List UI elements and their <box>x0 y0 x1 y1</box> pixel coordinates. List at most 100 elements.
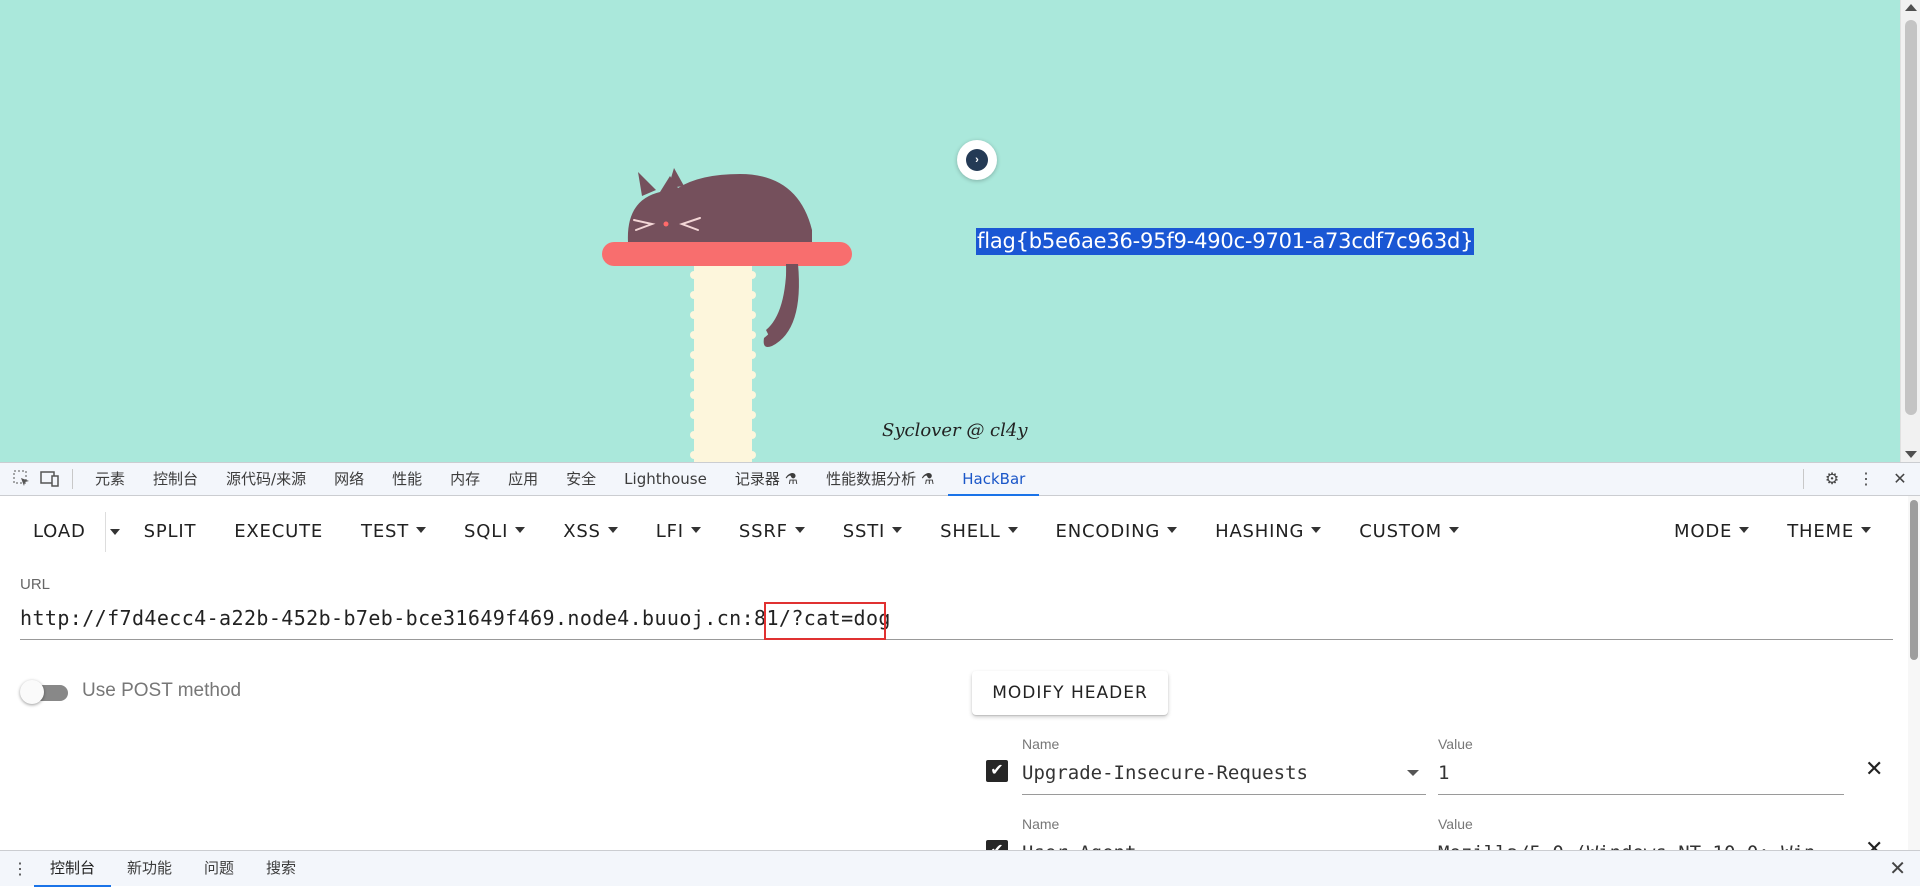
divider <box>1803 469 1804 489</box>
chevron-down-icon <box>794 527 805 533</box>
chevron-down-icon <box>1167 527 1178 533</box>
theme-menu-label: THEME <box>1787 521 1854 542</box>
toggle-knob <box>20 680 44 704</box>
close-icon[interactable]: ✕ <box>1886 465 1914 493</box>
load-dropdown-toggle[interactable] <box>104 512 125 552</box>
chevron-down-icon <box>416 527 427 533</box>
test-menu[interactable]: TEST <box>342 512 445 552</box>
tab-network[interactable]: 网络 <box>320 462 378 496</box>
ssti-menu[interactable]: SSTI <box>824 512 921 552</box>
url-underline <box>20 639 1893 640</box>
chevron-down-icon <box>515 527 526 533</box>
modify-header-button[interactable]: MODIFY HEADER <box>972 671 1168 715</box>
chevron-down-icon <box>1311 527 1322 533</box>
drawer-tab-whats-new[interactable]: 新功能 <box>111 851 188 887</box>
chevron-down-icon <box>1448 527 1459 533</box>
chevron-down-icon <box>1007 527 1018 533</box>
xss-menu[interactable]: XSS <box>544 512 637 552</box>
chevron-down-icon <box>110 529 121 535</box>
theme-menu[interactable]: THEME <box>1768 512 1890 552</box>
custom-menu-label: CUSTOM <box>1359 521 1442 542</box>
page-viewport: › flag{b5e6ae36-95f9-490c-9701-a73cdf7c9… <box>0 0 1920 462</box>
header-name-input[interactable]: User-Agent <box>1022 842 1136 850</box>
hackbar-panel: LOAD SPLIT EXECUTE TEST SQLI XSS LFI SSR… <box>0 496 1920 850</box>
tab-lighthouse[interactable]: Lighthouse <box>610 462 721 496</box>
drawer-tab-search[interactable]: 搜索 <box>250 851 312 887</box>
more-vert-icon[interactable]: ⋮ <box>1852 465 1880 493</box>
inspect-icon[interactable] <box>8 465 36 493</box>
devtools-drawer-bar: ⋮ 控制台 新功能 问题 搜索 ✕ <box>0 850 1920 887</box>
chevron-down-icon <box>690 527 701 533</box>
field-underline <box>1438 794 1844 795</box>
scroll-up-icon[interactable] <box>1905 4 1917 11</box>
header-value-label: Value <box>1438 816 1473 832</box>
encoding-menu[interactable]: ENCODING <box>1037 512 1197 552</box>
tab-performance-insights[interactable]: 性能数据分析 ⚗ <box>812 462 948 496</box>
scrollbar-thumb[interactable] <box>1910 500 1918 660</box>
sqli-menu[interactable]: SQLI <box>445 512 544 552</box>
hackbar-toolbar: LOAD SPLIT EXECUTE TEST SQLI XSS LFI SSR… <box>14 510 1478 554</box>
header-name-label: Name <box>1022 816 1060 832</box>
page-scrollbar[interactable] <box>1900 0 1920 462</box>
lfi-menu[interactable]: LFI <box>637 512 720 552</box>
split-button[interactable]: SPLIT <box>125 512 216 552</box>
tab-hackbar[interactable]: HackBar <box>948 462 1040 496</box>
url-input[interactable]: http://f7d4ecc4-a22b-452b-b7eb-bce31649f… <box>20 606 891 630</box>
tab-memory[interactable]: 内存 <box>436 462 494 496</box>
remove-header-close-icon[interactable]: ✕ <box>1865 838 1883 851</box>
drawer-tab-issues[interactable]: 问题 <box>188 851 250 887</box>
scrollbar-thumb[interactable] <box>1905 20 1917 415</box>
mode-menu-label: MODE <box>1674 521 1733 542</box>
header-value-input[interactable]: Mozilla/5.0 (Windows NT 10.0; Win <box>1438 842 1816 850</box>
header-value-input[interactable]: 1 <box>1438 762 1449 784</box>
remove-header-close-icon[interactable]: ✕ <box>1865 758 1883 780</box>
extension-bubble[interactable]: › <box>957 140 997 180</box>
device-toggle-icon[interactable] <box>36 465 64 493</box>
post-method-toggle[interactable] <box>20 680 68 704</box>
tab-application[interactable]: 应用 <box>494 462 552 496</box>
tab-elements[interactable]: 元素 <box>81 462 139 496</box>
extension-icon: › <box>966 149 988 171</box>
header-row: ✔ Name User-Agent Value Mozilla/5.0 (Win… <box>980 806 1883 851</box>
tab-recorder[interactable]: 记录器 ⚗ <box>721 462 812 496</box>
hashing-menu[interactable]: HASHING <box>1196 512 1340 552</box>
ssrf-menu-label: SSRF <box>738 521 788 542</box>
header-enabled-checkbox[interactable]: ✔ <box>986 840 1008 850</box>
header-name-label: Name <box>1022 736 1060 752</box>
flag-text: flag{b5e6ae36-95f9-490c-9701-a73cdf7c963… <box>976 228 1475 255</box>
post-method-label: Use POST method <box>82 680 242 701</box>
drawer-tab-console[interactable]: 控制台 <box>34 851 112 887</box>
chevron-down-icon <box>607 527 618 533</box>
credit-text: Syclover @ cl4y <box>882 420 1028 441</box>
chevron-down-icon <box>1739 527 1750 533</box>
header-enabled-checkbox[interactable]: ✔ <box>986 760 1008 782</box>
gear-icon[interactable]: ⚙ <box>1818 465 1846 493</box>
encoding-menu-label: ENCODING <box>1055 521 1161 542</box>
tab-security[interactable]: 安全 <box>552 462 610 496</box>
custom-menu[interactable]: CUSTOM <box>1340 512 1478 552</box>
devtools-actions: ⚙ ⋮ ✕ <box>1795 465 1920 493</box>
header-name-input[interactable]: Upgrade-Insecure-Requests <box>1022 762 1308 784</box>
tab-sources[interactable]: 源代码/来源 <box>212 462 320 496</box>
url-query-highlight-box <box>764 602 886 640</box>
ssti-menu-label: SSTI <box>842 521 886 542</box>
header-row: ✔ Name Upgrade-Insecure-Requests Value 1… <box>980 726 1883 796</box>
header-value-label: Value <box>1438 736 1473 752</box>
tab-console[interactable]: 控制台 <box>139 462 212 496</box>
load-button[interactable]: LOAD <box>14 512 105 552</box>
mode-menu[interactable]: MODE <box>1655 512 1768 552</box>
execute-button[interactable]: EXECUTE <box>215 512 342 552</box>
xss-menu-label: XSS <box>563 521 601 542</box>
tab-performance[interactable]: 性能 <box>378 462 436 496</box>
scroll-down-icon[interactable] <box>1905 451 1917 458</box>
chevron-down-icon[interactable] <box>1407 770 1419 776</box>
hackbar-scrollbar[interactable] <box>1908 496 1920 850</box>
shell-menu[interactable]: SHELL <box>921 512 1036 552</box>
close-icon[interactable]: ✕ <box>1889 856 1920 881</box>
ssrf-menu[interactable]: SSRF <box>720 512 824 552</box>
hackbar-toolbar-right: MODE THEME <box>1655 510 1890 554</box>
sqli-menu-label: SQLI <box>464 521 509 542</box>
more-vert-icon[interactable]: ⋮ <box>6 855 34 883</box>
lfi-menu-label: LFI <box>655 521 684 542</box>
divider <box>72 469 73 489</box>
